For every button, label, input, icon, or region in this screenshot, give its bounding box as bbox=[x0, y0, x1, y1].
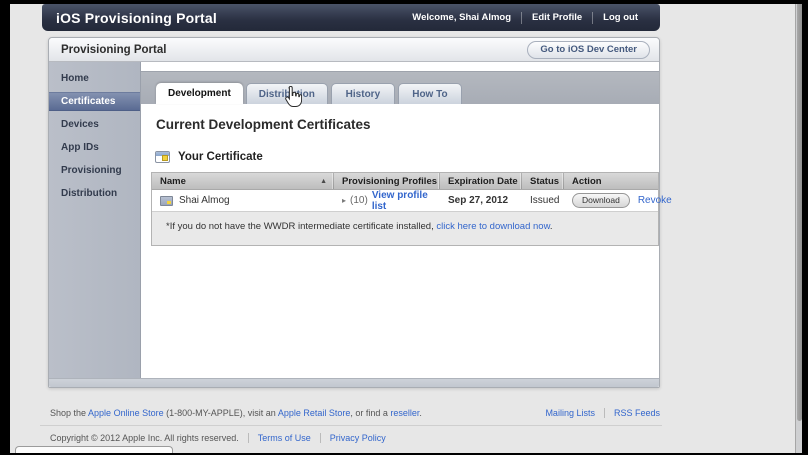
sidebar-item-devices[interactable]: Devices bbox=[49, 115, 140, 134]
page-title: Current Development Certificates bbox=[156, 117, 371, 132]
column-header-name[interactable]: Name ▲ bbox=[152, 173, 334, 189]
cell-status: Issued bbox=[530, 195, 560, 206]
tab-distribution[interactable]: Distribution bbox=[245, 83, 328, 104]
sort-ascending-icon: ▲ bbox=[320, 177, 327, 185]
sidebar-item-app-ids[interactable]: App IDs bbox=[49, 138, 140, 157]
scrollbar-thumb[interactable] bbox=[797, 4, 802, 421]
cell-expiration-date: Sep 27, 2012 bbox=[448, 195, 509, 206]
status-tooltip-fragment bbox=[15, 446, 173, 453]
app-title: iOS Provisioning Portal bbox=[56, 9, 217, 26]
panel-bottom-bar bbox=[49, 378, 659, 387]
table-header-row: Name ▲ Provisioning Profiles Expiration … bbox=[152, 173, 658, 190]
footer-shop-line: Shop the Apple Online Store (1-800-MY-AP… bbox=[40, 406, 662, 425]
footer-legal-line: Copyright © 2012 Apple Inc. All rights r… bbox=[40, 426, 662, 443]
navbar-account-area: Welcome, Shai Almog Edit Profile Log out bbox=[402, 4, 648, 31]
view-profile-list-link[interactable]: View profile list bbox=[372, 190, 440, 212]
column-header-expiration-date: Expiration Date bbox=[440, 173, 522, 189]
portal-title: Provisioning Portal bbox=[61, 43, 167, 56]
portal-panel: Provisioning Portal Go to iOS Dev Center… bbox=[48, 37, 672, 388]
footer-divider bbox=[247, 433, 249, 443]
welcome-text: Welcome, Shai Almog bbox=[412, 12, 512, 23]
certificate-file-icon bbox=[160, 195, 173, 206]
go-to-dev-center-button[interactable]: Go to iOS Dev Center bbox=[527, 40, 650, 59]
screenshot-root: { "header": { "title": "iOS Provisioning… bbox=[0, 0, 808, 455]
disclosure-triangle-icon[interactable]: ▸ bbox=[342, 196, 346, 205]
tab-development[interactable]: Development bbox=[156, 83, 243, 104]
mailing-lists-link[interactable]: Mailing Lists bbox=[545, 408, 595, 418]
sidebar-item-certificates[interactable]: Certificates bbox=[49, 92, 140, 111]
table-row: Shai Almog ▸ (10) View profile list Sep … bbox=[152, 190, 672, 212]
note-period: . bbox=[549, 221, 553, 232]
page-footer: Shop the Apple Online Store (1-800-MY-AP… bbox=[40, 406, 662, 443]
certificate-section-header: Your Certificate bbox=[155, 151, 659, 163]
wwdr-note: *If you do not have the WWDR intermediat… bbox=[152, 211, 658, 245]
sidebar-item-distribution[interactable]: Distribution bbox=[49, 184, 140, 203]
wwdr-download-link[interactable]: click here to download now bbox=[436, 221, 550, 232]
tab-history[interactable]: History bbox=[330, 83, 395, 104]
page-background: iOS Provisioning Portal Welcome, Shai Al… bbox=[10, 4, 802, 453]
portal-header: Provisioning Portal Go to iOS Dev Center bbox=[49, 38, 659, 62]
footer-right-links: Mailing Lists RSS Feeds bbox=[545, 408, 660, 418]
rss-feeds-link[interactable]: RSS Feeds bbox=[614, 408, 660, 418]
footer-divider bbox=[603, 408, 605, 418]
copyright-text: Copyright © 2012 Apple Inc. All rights r… bbox=[50, 433, 239, 443]
main-content: Development Distribution History How To … bbox=[141, 62, 672, 378]
footer-shop-text: Shop the Apple Online Store (1-800-MY-AP… bbox=[50, 408, 422, 418]
download-button[interactable]: Download bbox=[572, 193, 630, 208]
portal-body: Home Certificates Devices App IDs Provis… bbox=[49, 62, 672, 378]
cell-name: Shai Almog bbox=[152, 195, 334, 206]
column-header-action: Action bbox=[572, 175, 602, 187]
top-navbar: iOS Provisioning Portal Welcome, Shai Al… bbox=[42, 4, 660, 31]
apple-retail-store-link[interactable]: Apple Retail Store bbox=[278, 408, 351, 418]
edit-profile-link[interactable]: Edit Profile bbox=[522, 12, 592, 23]
section-title: Your Certificate bbox=[178, 151, 263, 163]
logout-link[interactable]: Log out bbox=[593, 12, 648, 23]
cell-action: Download Revoke bbox=[564, 193, 672, 208]
scrollbar-track[interactable] bbox=[795, 4, 802, 453]
terms-of-use-link[interactable]: Terms of Use bbox=[258, 433, 311, 443]
certificates-table: Name ▲ Provisioning Profiles Expiration … bbox=[151, 172, 672, 246]
tab-bar: Development Distribution History How To bbox=[141, 71, 659, 104]
reseller-link[interactable]: reseller bbox=[390, 408, 419, 418]
note-text: *If you do not have the WWDR intermediat… bbox=[166, 221, 437, 232]
certificate-owner-name: Shai Almog bbox=[179, 195, 230, 206]
privacy-policy-link[interactable]: Privacy Policy bbox=[330, 433, 386, 443]
column-header-provisioning-profiles: Provisioning Profiles bbox=[334, 173, 440, 189]
sidebar-item-provisioning[interactable]: Provisioning bbox=[49, 161, 140, 180]
tab-how-to[interactable]: How To bbox=[397, 83, 462, 104]
revoke-link[interactable]: Revoke bbox=[638, 195, 672, 206]
footer-divider bbox=[319, 433, 321, 443]
sidebar-nav: Home Certificates Devices App IDs Provis… bbox=[49, 62, 141, 378]
column-header-status: Status bbox=[522, 173, 564, 189]
certificate-icon bbox=[155, 151, 170, 163]
apple-online-store-link[interactable]: Apple Online Store bbox=[88, 408, 164, 418]
sidebar-item-home[interactable]: Home bbox=[49, 69, 140, 88]
profile-count: (10) bbox=[350, 195, 368, 206]
cell-provisioning-profiles: ▸ (10) View profile list bbox=[334, 190, 440, 212]
